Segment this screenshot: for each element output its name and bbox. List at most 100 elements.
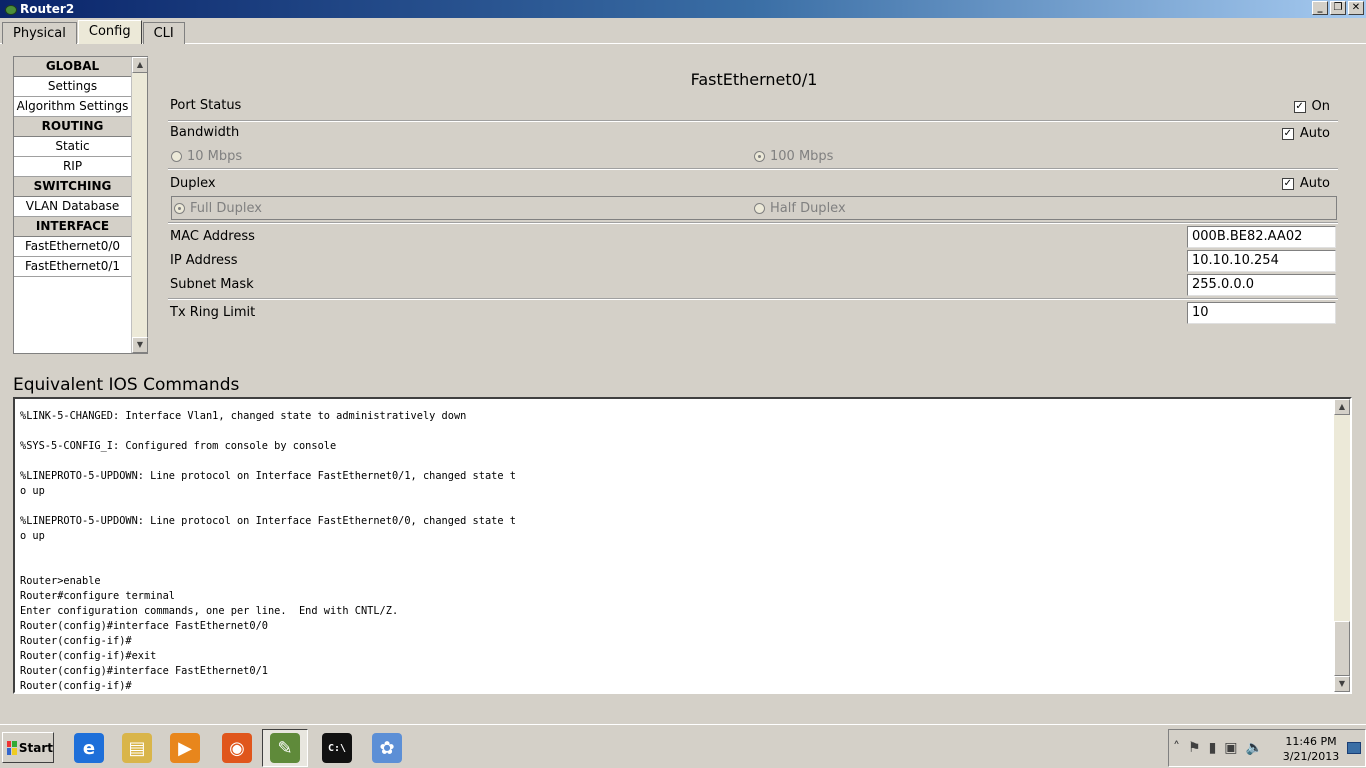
power-icon[interactable]: ▮ — [1209, 740, 1217, 756]
interface-config-panel: FastEthernet0/1 Port Status ✓ On Bandwid… — [168, 60, 1340, 324]
scroll-thumb[interactable] — [1334, 621, 1350, 676]
nav-item-rip[interactable]: RIP — [14, 157, 132, 177]
start-button[interactable]: Start — [2, 732, 54, 763]
taskbar-internet-explorer-button[interactable]: e — [66, 729, 112, 767]
packet-tracer-icon: ✎ — [270, 733, 300, 763]
nav-item-algorithm-settings[interactable]: Algorithm Settings — [14, 97, 132, 117]
command-prompt-icon: C:\ — [322, 733, 352, 763]
network-icon[interactable]: ▣ — [1224, 740, 1237, 756]
windows-logo-icon — [7, 740, 17, 755]
half-duplex-radio[interactable]: Half Duplex — [754, 201, 846, 216]
tab-bar: Physical Config CLI — [2, 20, 186, 44]
full-duplex-radio[interactable]: Full Duplex — [174, 201, 262, 216]
scroll-down-icon[interactable]: ▼ — [1334, 676, 1350, 692]
port-status-label: Port Status — [170, 98, 242, 113]
mac-address-field[interactable]: 000B.BE82.AA02 — [1187, 226, 1336, 248]
nav-item-vlan-database[interactable]: VLAN Database — [14, 197, 132, 217]
radio-selected-icon — [754, 151, 765, 162]
system-tray: ˄ ⚑ ▮ ▣ 🔈 11:46 PM 3/21/2013 — [1168, 729, 1366, 767]
scroll-up-icon[interactable]: ▲ — [1334, 399, 1350, 415]
firefox-icon: ◉ — [222, 733, 252, 763]
divider — [168, 298, 1338, 300]
taskbar-file-explorer-button[interactable]: ▤ — [114, 729, 160, 767]
bandwidth-10-radio[interactable]: 10 Mbps — [171, 149, 242, 164]
ios-commands-title: Equivalent IOS Commands — [13, 375, 240, 395]
nav-section-header: ROUTING — [14, 117, 132, 137]
internet-explorer-icon: e — [74, 733, 104, 763]
bandwidth-100-radio[interactable]: 100 Mbps — [754, 149, 833, 164]
ios-scrollbar[interactable]: ▲ ▼ — [1334, 399, 1350, 692]
tab-config[interactable]: Config — [77, 20, 142, 44]
window-controls: _ ❐ ✕ — [1312, 1, 1364, 15]
check-icon: ✓ — [1281, 177, 1294, 190]
divider — [168, 168, 1338, 170]
clock-date: 3/21/2013 — [1282, 750, 1340, 763]
radio-icon — [171, 151, 182, 162]
taskbar-firefox-button[interactable]: ◉ — [214, 729, 260, 767]
taskbar-paint-button[interactable]: ✿ — [364, 729, 410, 767]
nav-section-header: SWITCHING — [14, 177, 132, 197]
interface-title: FastEthernet0/1 — [690, 70, 818, 89]
tx-ring-field[interactable]: 10 — [1187, 302, 1336, 324]
port-status-checkbox[interactable]: ✓ On — [1293, 99, 1330, 114]
check-icon: ✓ — [1281, 127, 1294, 140]
ios-commands-text: %LINK-5-CHANGED: Interface Vlan1, change… — [20, 410, 516, 692]
paint-icon: ✿ — [372, 733, 402, 763]
port-status-row: Port Status ✓ On — [168, 98, 1338, 118]
nav-section-header: GLOBAL — [14, 57, 132, 77]
nav-item-fastethernet0-1[interactable]: FastEthernet0/1 — [14, 257, 132, 277]
restore-button[interactable]: ❐ — [1330, 1, 1346, 15]
taskbar-command-prompt-button[interactable]: C:\ — [314, 729, 360, 767]
action-center-icon[interactable]: ⚑ — [1188, 740, 1201, 756]
file-explorer-icon: ▤ — [122, 733, 152, 763]
taskbar-packet-tracer-button[interactable]: ✎ — [262, 729, 308, 767]
taskbar-media-player-button[interactable]: ▶ — [162, 729, 208, 767]
divider — [168, 222, 1338, 224]
mac-label: MAC Address — [170, 229, 255, 244]
duplex-auto-checkbox[interactable]: ✓ Auto — [1281, 176, 1330, 191]
show-desktop-icon[interactable] — [1347, 742, 1361, 754]
duplex-label: Duplex — [170, 176, 216, 191]
ip-label: IP Address — [170, 253, 238, 268]
subnet-mask-field[interactable]: 255.0.0.0 — [1187, 274, 1336, 296]
close-button[interactable]: ✕ — [1348, 1, 1364, 15]
tx-ring-row: Tx Ring Limit 10 — [168, 302, 1338, 326]
duplex-row: Duplex ✓ Auto — [168, 176, 1338, 196]
show-hidden-icons-icon[interactable]: ˄ — [1173, 740, 1180, 756]
nav-item-fastethernet0-0[interactable]: FastEthernet0/0 — [14, 237, 132, 257]
nav-section-header: INTERFACE — [14, 217, 132, 237]
radio-selected-icon — [174, 203, 185, 214]
ip-row: IP Address 10.10.10.254 — [168, 250, 1338, 274]
clock-time: 11:46 PM — [1285, 735, 1337, 748]
title-bar: Router2 _ ❐ ✕ — [0, 0, 1366, 18]
bandwidth-auto-checkbox[interactable]: ✓ Auto — [1281, 126, 1330, 141]
clock[interactable]: 11:46 PM 3/21/2013 — [1279, 734, 1343, 764]
subnet-row: Subnet Mask 255.0.0.0 — [168, 274, 1338, 298]
volume-icon[interactable]: 🔈 — [1246, 740, 1263, 756]
tab-physical[interactable]: Physical — [2, 22, 77, 44]
bandwidth-row: Bandwidth ✓ Auto — [168, 125, 1338, 145]
scroll-up-icon[interactable]: ▲ — [132, 57, 148, 73]
packet-tracer-icon — [4, 3, 17, 15]
ip-address-field[interactable]: 10.10.10.254 — [1187, 250, 1336, 272]
radio-icon — [754, 203, 765, 214]
tray-icons: ˄ ⚑ ▮ ▣ 🔈 — [1173, 740, 1263, 756]
taskbar: Start e ▤ ▶ ◉ ✎ C:\ ✿ ˄ ⚑ ▮ ▣ 🔈 11:46 PM 3/21/… — [0, 724, 1366, 768]
check-icon: ✓ — [1293, 100, 1306, 113]
media-player-icon: ▶ — [170, 733, 200, 763]
ios-commands-box[interactable]: %LINK-5-CHANGED: Interface Vlan1, change… — [13, 397, 1352, 694]
config-nav-list: GLOBAL Settings Algorithm Settings ROUTING S… — [13, 56, 148, 354]
window-title: Router2 — [20, 2, 75, 16]
nav-item-static[interactable]: Static — [14, 137, 132, 157]
subnet-label: Subnet Mask — [170, 277, 254, 292]
tx-ring-label: Tx Ring Limit — [170, 305, 256, 320]
minimize-button[interactable]: _ — [1312, 1, 1328, 15]
nav-items: GLOBAL Settings Algorithm Settings ROUTING S… — [14, 57, 132, 277]
tab-cli[interactable]: CLI — [142, 22, 185, 44]
tab-divider — [0, 43, 1366, 44]
divider — [168, 120, 1338, 122]
mac-row: MAC Address 000B.BE82.AA02 — [168, 226, 1338, 250]
nav-item-settings[interactable]: Settings — [14, 77, 132, 97]
nav-scrollbar[interactable]: ▲ ▼ — [131, 57, 148, 353]
scroll-down-icon[interactable]: ▼ — [132, 337, 148, 353]
